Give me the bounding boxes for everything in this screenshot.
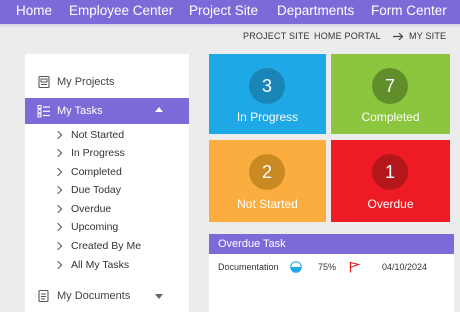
task-filter-label: In Progress (71, 147, 125, 159)
tile-label: Completed (361, 110, 420, 124)
task-filter-upcoming[interactable]: Upcoming (53, 219, 119, 235)
task-due-date: 04/10/2024 (382, 262, 428, 272)
sidebar-item-my-tasks[interactable]: My Tasks (25, 98, 189, 124)
task-filter-label: Overdue (71, 203, 112, 215)
sidebar-item-label: My Tasks (57, 105, 103, 117)
task-progress: 75% (318, 262, 337, 272)
nav-form-center[interactable]: Form Center (371, 3, 447, 18)
tile-count: 2 (249, 154, 285, 190)
tile-count: 3 (249, 68, 285, 104)
task-filter-label: Upcoming (71, 221, 119, 233)
panel-title: Overdue Task (209, 234, 454, 254)
chevron-right-icon (53, 167, 63, 177)
nav-shadow (0, 24, 460, 28)
task-filter-label: Created By Me (71, 240, 142, 252)
tile-completed[interactable]: 7 Completed (331, 54, 450, 134)
task-filter-label: Due Today (71, 184, 122, 196)
tile-not-started[interactable]: 2 Not Started (209, 140, 326, 222)
task-filter-completed[interactable]: Completed (53, 164, 122, 180)
my-site-link[interactable]: MY SITE (393, 31, 446, 41)
chevron-right-icon (53, 204, 63, 214)
documents-icon (38, 289, 49, 303)
chevron-right-icon (53, 185, 63, 195)
caret-down-icon[interactable] (155, 294, 163, 299)
chevron-right-icon (53, 148, 63, 158)
sidebar-item-my-projects[interactable]: My Projects (25, 69, 189, 95)
tile-label: Not Started (237, 197, 298, 211)
progress-pie-icon (290, 261, 302, 273)
tile-overdue[interactable]: 1 Overdue (331, 140, 450, 222)
my-site-label: MY SITE (409, 31, 447, 41)
top-nav: Home Employee Center Project Site Depart… (0, 0, 460, 24)
task-filter-overdue[interactable]: Overdue (53, 201, 112, 217)
nav-home[interactable]: Home (16, 3, 52, 18)
task-filter-created-by-me[interactable]: Created By Me (53, 238, 142, 254)
projects-icon (38, 75, 50, 89)
tile-count: 1 (372, 154, 408, 190)
task-filter-due-today[interactable]: Due Today (53, 182, 122, 198)
sidebar-item-my-documents[interactable]: My Documents (25, 283, 189, 309)
task-list-icon (37, 105, 50, 118)
flag-icon (349, 261, 360, 273)
tile-in-progress[interactable]: 3 In Progress (209, 54, 326, 134)
tile-count: 7 (372, 68, 408, 104)
nav-project-site[interactable]: Project Site (189, 3, 258, 18)
chevron-right-icon (53, 130, 63, 140)
task-name[interactable]: Documentation (218, 262, 279, 272)
task-filter-label: Completed (71, 166, 122, 178)
nav-employee-center[interactable]: Employee Center (69, 3, 173, 18)
chevron-right-icon (53, 222, 63, 232)
sidebar-item-label: My Projects (57, 76, 115, 88)
sidebar: My Projects My Tasks Not Started In Prog… (25, 54, 189, 312)
project-site-link[interactable]: PROJECT SITE (243, 31, 310, 41)
task-filter-not-started[interactable]: Not Started (53, 127, 125, 143)
task-filter-all-my-tasks[interactable]: All My Tasks (53, 257, 130, 273)
caret-up-icon[interactable] (155, 107, 163, 112)
nav-departments[interactable]: Departments (277, 3, 354, 18)
sidebar-item-label: My Documents (57, 290, 131, 302)
task-filter-label: All My Tasks (71, 259, 130, 271)
overdue-task-panel: Overdue Task Documentation 75% 04/10/202… (209, 234, 454, 312)
tile-label: In Progress (236, 110, 299, 124)
chevron-right-icon (53, 260, 63, 270)
task-filter-in-progress[interactable]: In Progress (53, 145, 125, 161)
arrow-right-icon (393, 32, 404, 40)
home-portal-link[interactable]: HOME PORTAL (314, 31, 381, 41)
chevron-right-icon (53, 241, 63, 251)
task-filter-label: Not Started (71, 129, 125, 141)
tile-label: Overdue (367, 197, 414, 211)
